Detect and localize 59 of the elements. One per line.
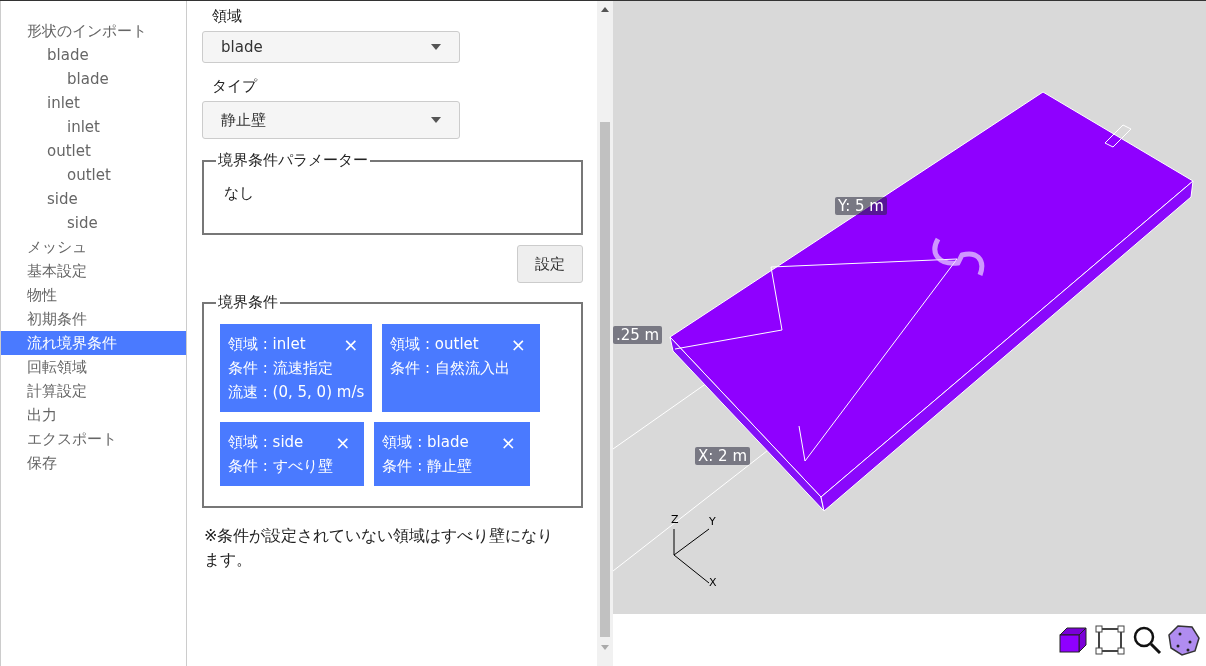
sidebar-item[interactable]: side <box>1 187 186 211</box>
search-icon[interactable] <box>1132 625 1162 655</box>
caret-icon <box>431 117 441 123</box>
close-button[interactable]: × <box>337 333 365 355</box>
sidebar-item[interactable]: 物性 <box>1 283 186 307</box>
sidebar-item[interactable]: blade <box>1 43 186 67</box>
sidebar-item[interactable]: outlet <box>1 139 186 163</box>
parameters-text: なし <box>223 183 255 204</box>
sidebar-item[interactable]: 保存 <box>1 451 186 475</box>
field-label: タイプ <box>211 76 259 97</box>
type-select[interactable]: 静止壁 <box>202 101 460 139</box>
axis-label: Y <box>709 515 716 528</box>
close-button[interactable]: × <box>494 431 522 453</box>
fieldset-legend: 境界条件 <box>216 293 280 312</box>
sidebar-item[interactable]: outlet <box>1 163 186 187</box>
sidebar-item[interactable]: メッシュ <box>1 235 186 259</box>
sidebar-item[interactable]: 出力 <box>1 403 186 427</box>
sidebar-item[interactable]: side <box>1 211 186 235</box>
axis-triad-drawing <box>673 528 710 584</box>
axis-label: X <box>709 576 717 589</box>
selection-frame-icon[interactable] <box>1094 624 1126 656</box>
card-line: 流速 : (0, 5, 0) m/s <box>228 382 365 403</box>
card-line: 領域 : side <box>228 432 304 453</box>
region-select[interactable]: blade <box>202 31 460 63</box>
close-button[interactable]: × <box>504 333 532 355</box>
card-line: 領域 : inlet <box>228 334 306 355</box>
field-label: 領域 <box>211 6 243 27</box>
sidebar-item[interactable]: 初期条件 <box>1 307 186 331</box>
scrollbar-thumb[interactable] <box>600 122 610 637</box>
dimension-label: X: 2 m <box>695 447 751 465</box>
note-text: ※条件が設定されていない領域はすべり壁になります。 <box>203 525 555 571</box>
set-button[interactable]: 設定 <box>517 245 583 283</box>
3d-viewport[interactable]: Z Y X Y: 5 m .25 m X: 2 m <box>613 1 1206 614</box>
dimension-label: Y: 5 m <box>835 197 887 215</box>
sidebar-item[interactable]: 形状のインポート <box>1 19 186 43</box>
sidebar-item[interactable]: 流れ境界条件 <box>1 331 186 355</box>
sidebar-item[interactable]: 回転領域 <box>1 355 186 379</box>
sidebar-item[interactable]: inlet <box>1 115 186 139</box>
select-value: 静止壁 <box>221 110 266 130</box>
axis-label: Z <box>671 513 679 526</box>
sidebar-item[interactable]: 計算設定 <box>1 379 186 403</box>
card-line: 領域 : blade <box>382 432 469 453</box>
fieldset-legend: 境界条件パラメーター <box>216 151 370 170</box>
dimension-label: .25 m <box>613 326 663 344</box>
select-value: blade <box>221 38 263 56</box>
polyhedron-icon[interactable] <box>1168 624 1200 656</box>
scroll-up-icon[interactable] <box>601 7 609 12</box>
card-line: 条件 : 流速指定 <box>228 358 334 379</box>
close-button[interactable]: × <box>329 431 357 453</box>
caret-icon <box>431 44 441 50</box>
sidebar-item[interactable]: blade <box>1 67 186 91</box>
card-line: 条件 : 静止壁 <box>382 456 473 477</box>
card-line: 領域 : outlet <box>390 334 479 355</box>
cube-icon[interactable] <box>1058 626 1088 654</box>
card-line: 条件 : すべり壁 <box>228 456 334 477</box>
sidebar-item[interactable]: inlet <box>1 91 186 115</box>
card-line: 条件 : 自然流入出 <box>390 358 511 379</box>
sidebar-item[interactable]: エクスポート <box>1 427 186 451</box>
sidebar-item[interactable]: 基本設定 <box>1 259 186 283</box>
